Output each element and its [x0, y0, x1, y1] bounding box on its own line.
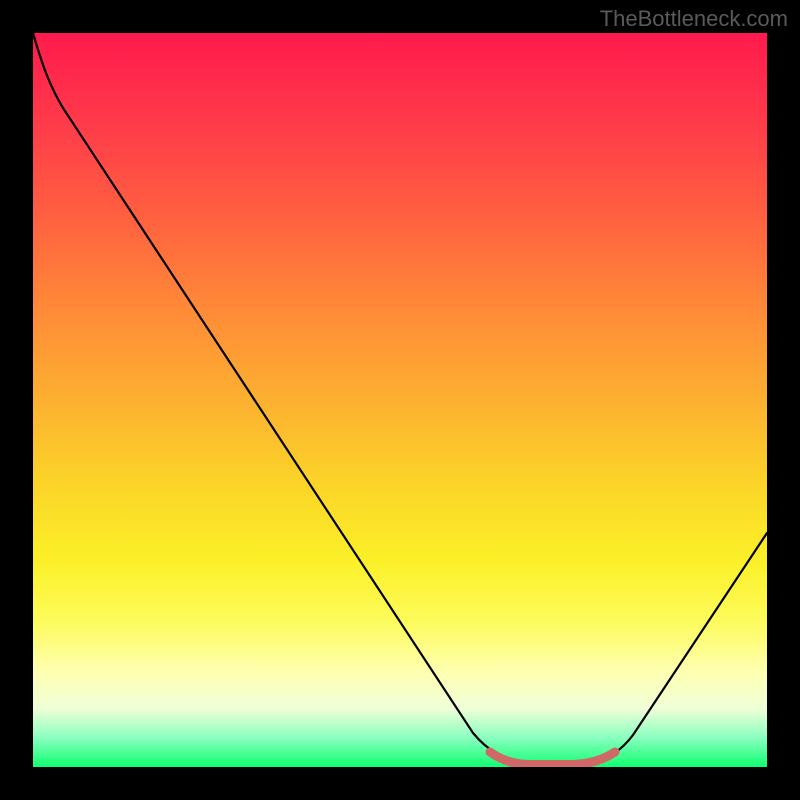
plot-area	[33, 33, 767, 767]
chart-svg	[33, 33, 767, 767]
bottleneck-curve-path	[33, 33, 767, 765]
watermark-text: TheBottleneck.com	[600, 6, 788, 32]
chart-container: TheBottleneck.com	[0, 0, 800, 800]
optimal-range-highlight-path	[490, 752, 615, 765]
